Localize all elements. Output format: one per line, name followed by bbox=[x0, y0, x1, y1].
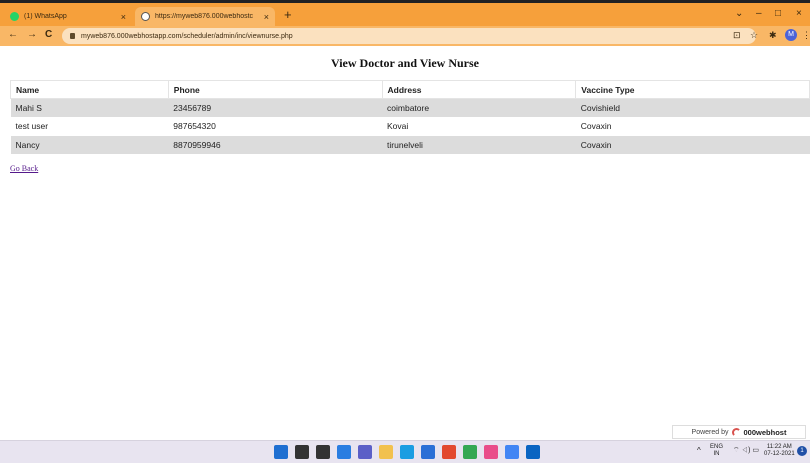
go-back-link[interactable]: Go Back bbox=[10, 164, 38, 173]
tab-search-icon[interactable]: ⌄ bbox=[735, 8, 743, 19]
url-text: myweb876.000webhostapp.com/scheduler/adm… bbox=[81, 32, 293, 40]
extensions-icon[interactable]: ✱ bbox=[769, 30, 777, 41]
cell-name: test user bbox=[15, 121, 49, 132]
cell-vaccine-type: Covaxin bbox=[575, 135, 810, 154]
powered-by-badge[interactable]: Powered by 000webhost bbox=[672, 425, 806, 439]
column-header-name: Name bbox=[10, 80, 169, 99]
tab-close-icon[interactable]: × bbox=[264, 12, 269, 22]
browser-menu-icon[interactable]: ⋮ bbox=[802, 30, 810, 41]
language-indicator[interactable]: ENG IN bbox=[710, 444, 723, 458]
back-button[interactable]: ← bbox=[8, 29, 18, 40]
address-bar[interactable]: myweb876.000webhostapp.com/scheduler/adm… bbox=[62, 28, 756, 44]
clock-time: 11:22 AM bbox=[766, 444, 792, 450]
cell-name: Nancy bbox=[10, 135, 169, 154]
network-volume-battery-icon[interactable]: ⌔ ◁) ▭ bbox=[733, 447, 759, 454]
forward-button[interactable]: → bbox=[27, 29, 37, 40]
table-header-row: Name Phone Address Vaccine Type bbox=[10, 80, 810, 99]
notification-badge-icon[interactable]: 1 bbox=[797, 446, 807, 456]
cell-vaccine-type: Covaxin bbox=[580, 121, 612, 132]
close-window-button[interactable]: × bbox=[796, 8, 802, 19]
cell-phone: 987654320 bbox=[173, 121, 216, 132]
cell-name: Mahi S bbox=[10, 98, 169, 117]
chrome-icon[interactable] bbox=[463, 445, 477, 459]
minimize-button[interactable]: – bbox=[756, 8, 762, 19]
powered-by-label: Powered by bbox=[691, 428, 729, 436]
chat-icon[interactable] bbox=[358, 445, 372, 459]
store-icon[interactable] bbox=[421, 445, 435, 459]
lock-icon bbox=[70, 33, 75, 39]
windows-start-icon[interactable] bbox=[274, 445, 288, 459]
tab-viewnurse[interactable]: https://myweb876.000webhostc × bbox=[135, 7, 275, 26]
chrome-profile-icon[interactable] bbox=[505, 445, 519, 459]
tab-whatsapp[interactable]: (1) WhatsApp × bbox=[4, 7, 132, 26]
search-icon[interactable] bbox=[295, 445, 309, 459]
whatsapp-favicon-icon bbox=[10, 12, 19, 21]
tab-title: (1) WhatsApp bbox=[24, 13, 67, 20]
edge-icon[interactable] bbox=[400, 445, 414, 459]
column-header-phone: Phone bbox=[167, 80, 383, 99]
office-icon[interactable] bbox=[442, 445, 456, 459]
cell-phone: 8870959946 bbox=[168, 135, 383, 154]
table-row: Mahi S 23456789 coimbatore Covishield bbox=[10, 98, 810, 117]
globe-favicon-icon bbox=[141, 12, 150, 21]
cell-address: Kovai bbox=[387, 121, 409, 132]
clock-date: 07-12-2021 bbox=[764, 451, 795, 457]
column-header-address: Address bbox=[381, 80, 577, 99]
language-code: ENG bbox=[710, 444, 724, 450]
tray-overflow-icon[interactable]: ^ bbox=[697, 447, 701, 455]
cell-vaccine-type: Covishield bbox=[575, 98, 810, 117]
share-icon[interactable]: ⊡ bbox=[733, 30, 741, 41]
file-explorer-icon[interactable] bbox=[379, 445, 393, 459]
clock[interactable]: 11:22 AM 07-12-2021 bbox=[764, 444, 795, 458]
tab-close-icon[interactable]: × bbox=[121, 12, 126, 22]
profile-avatar[interactable]: M bbox=[785, 29, 797, 41]
column-header-vaccine-type: Vaccine Type bbox=[575, 80, 810, 99]
windows-taskbar: ^ ENG IN ⌔ ◁) ▭ 11:22 AM 07-12-2021 bbox=[0, 440, 810, 463]
new-tab-button[interactable]: + bbox=[284, 8, 292, 22]
table-row: Nancy 8870959946 tirunelveli Covaxin bbox=[10, 135, 810, 154]
taskbar-apps bbox=[274, 445, 540, 459]
badge-brand: 000webhost bbox=[743, 427, 787, 437]
page-title: View Doctor and View Nurse bbox=[331, 56, 479, 70]
mail-icon[interactable] bbox=[526, 445, 540, 459]
task-view-icon[interactable] bbox=[316, 445, 330, 459]
cell-address: coimbatore bbox=[382, 98, 576, 117]
browser-toolbar: ← → C myweb876.000webhostapp.com/schedul… bbox=[0, 26, 810, 46]
cell-phone: 23456789 bbox=[168, 98, 383, 117]
region-code: IN bbox=[713, 451, 720, 457]
table-row: test user 987654320 Kovai Covaxin bbox=[11, 117, 810, 136]
nurse-table: Name Phone Address Vaccine Type Mahi S 2… bbox=[10, 80, 810, 154]
cell-address: tirunelveli bbox=[382, 135, 576, 154]
tab-title: https://myweb876.000webhostc bbox=[155, 13, 254, 20]
bookmark-star-icon[interactable]: ☆ bbox=[750, 30, 758, 41]
tab-strip: (1) WhatsApp × https://myweb876.000webho… bbox=[0, 3, 810, 26]
000webhost-logo-icon bbox=[731, 427, 741, 437]
snip-icon[interactable] bbox=[484, 445, 498, 459]
reload-button[interactable]: C bbox=[45, 29, 52, 40]
maximize-button[interactable]: □ bbox=[775, 8, 781, 19]
widgets-icon[interactable] bbox=[337, 445, 351, 459]
